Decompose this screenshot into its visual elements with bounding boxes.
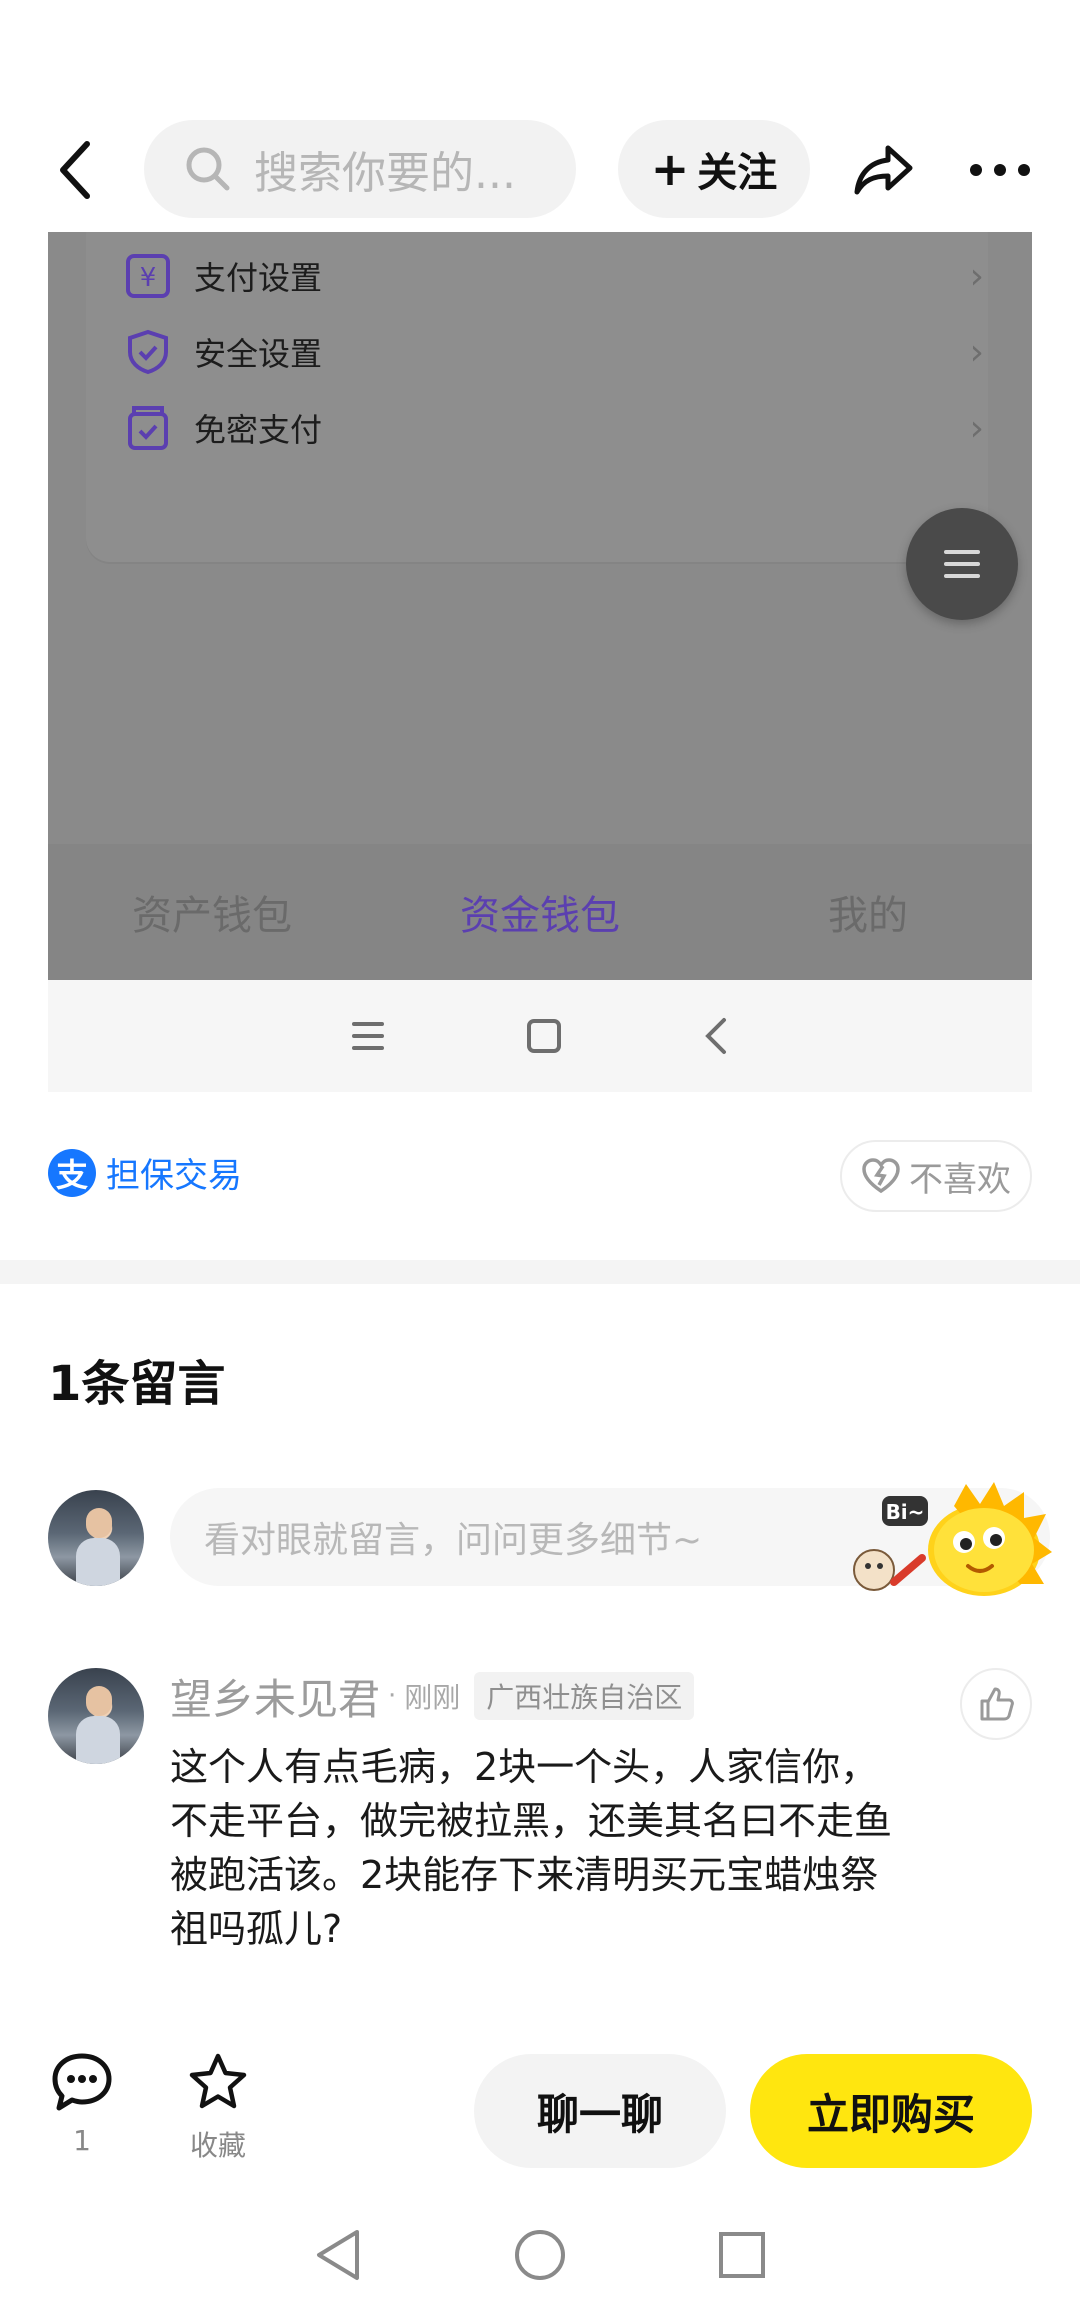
favorite-button[interactable]: 收藏 <box>168 2052 268 2164</box>
square-icon <box>527 1019 561 1053</box>
bottom-action-bar: 1 收藏 聊一聊 立即购买 <box>0 2040 1080 2180</box>
search-placeholder: 搜索你要的... <box>254 148 516 199</box>
chevron-right-icon: › <box>969 408 984 449</box>
alipay-icon: 支 <box>48 1148 96 1197</box>
chevron-left-icon <box>705 1018 726 1054</box>
comment-region-badge: 广西壮族自治区 <box>474 1672 695 1720</box>
comment-input-placeholder: 看对眼就留言，问问更多细节~ <box>204 1520 703 1561</box>
chevron-right-icon: › <box>969 256 984 297</box>
more-button[interactable] <box>960 132 1040 208</box>
embedded-nav-bar <box>48 980 1032 1092</box>
mascot-fish-icon: Bi~ <box>853 1482 1052 1596</box>
comment-text: 这个人有点毛病，2块一个头，人家信你，不走平台，做完被拉黑，还美其名曰不走鱼被跑… <box>170 1745 893 1951</box>
dislike-button[interactable]: 不喜欢 <box>840 1140 1032 1212</box>
tab-mine: 我的 <box>828 893 908 939</box>
menu-item-label: 支付设置 <box>194 259 323 297</box>
nav-home-icon[interactable] <box>513 2228 567 2282</box>
tab-asset-wallet: 资产钱包 <box>132 893 292 939</box>
follow-button[interactable]: + 关注 <box>618 120 810 218</box>
floating-menu-button <box>906 508 1018 620</box>
dislike-label: 不喜欢 <box>909 1159 1011 1200</box>
nav-recents-icon[interactable] <box>717 2230 767 2280</box>
comment-count: 1 <box>73 2124 91 2157</box>
menu-item-security-settings: 安全设置 › <box>124 312 994 392</box>
settings-card: ¥ 支付设置 › 安全设置 › 免密支付 › <box>86 232 988 562</box>
yuan-card-icon: ¥ <box>124 252 172 300</box>
thumbs-up-icon <box>980 1687 1014 1721</box>
menu-item-label: 免密支付 <box>194 411 323 449</box>
more-dots-icon <box>970 164 1030 176</box>
plus-icon: + <box>650 142 690 196</box>
my-avatar <box>48 1490 144 1586</box>
shield-check-icon <box>124 328 172 376</box>
comment-meta: 望乡未见君 · 刚刚 广西壮族自治区 <box>170 1668 930 1724</box>
svg-text:Bi~: Bi~ <box>886 1500 925 1524</box>
svg-text:¥: ¥ <box>140 263 157 293</box>
menu-item-label: 安全设置 <box>194 335 323 373</box>
star-icon <box>189 2053 247 2109</box>
menu-item-pay-settings: ¥ 支付设置 › <box>124 236 994 316</box>
product-image-content: ¥ 支付设置 › 安全设置 › 免密支付 › 资产钱包 资金钱包 我的 <box>48 232 1032 980</box>
back-button[interactable] <box>40 132 110 208</box>
guarantee-trade[interactable]: 支 担保交易 <box>48 1148 242 1197</box>
broken-heart-icon <box>862 1158 900 1194</box>
share-button[interactable] <box>846 132 922 208</box>
comment-author[interactable]: 望乡未见君 <box>170 1666 380 1727</box>
chevron-right-icon: › <box>969 332 984 373</box>
comment-count-button[interactable]: 1 <box>32 2052 132 2157</box>
guarantee-trade-label: 担保交易 <box>106 1156 242 1196</box>
comment-author-avatar[interactable] <box>48 1668 144 1764</box>
follow-label: 关注 <box>697 150 778 196</box>
menu-item-password-free: 免密支付 › <box>124 388 994 468</box>
top-bar: 搜索你要的... + 关注 <box>0 110 1080 230</box>
comment-item: 望乡未见君 · 刚刚 广西壮族自治区 这个人有点毛病，2块一个头，人家信你，不走… <box>170 1668 930 1956</box>
embedded-tab-bar: 资产钱包 资金钱包 我的 <box>48 844 1032 980</box>
favorite-label: 收藏 <box>189 2129 246 2162</box>
comment-like-button[interactable] <box>960 1668 1032 1740</box>
nav-back-icon[interactable] <box>313 2228 363 2282</box>
share-icon <box>854 145 913 195</box>
search-input[interactable]: 搜索你要的... <box>144 120 576 218</box>
comment-time: 刚刚 <box>404 1681 461 1714</box>
comment-bubble-icon <box>52 2053 112 2111</box>
tab-fund-wallet: 资金钱包 <box>460 893 620 939</box>
buy-now-button[interactable]: 立即购买 <box>750 2054 1032 2168</box>
wallet-check-icon <box>124 404 172 452</box>
separator-dot: · <box>388 1681 397 1711</box>
comments-title: 1条留言 <box>48 1356 226 1412</box>
hamburger-icon <box>944 550 980 578</box>
section-divider <box>0 1260 1080 1284</box>
search-icon <box>186 147 230 191</box>
chat-button[interactable]: 聊一聊 <box>474 2054 726 2168</box>
menu-lines-icon <box>352 1022 384 1050</box>
back-arrow-icon <box>60 141 90 199</box>
system-navigation-bar <box>0 2200 1080 2310</box>
product-image[interactable]: ¥ 支付设置 › 安全设置 › 免密支付 › 资产钱包 资金钱包 我的 <box>48 232 1032 1092</box>
